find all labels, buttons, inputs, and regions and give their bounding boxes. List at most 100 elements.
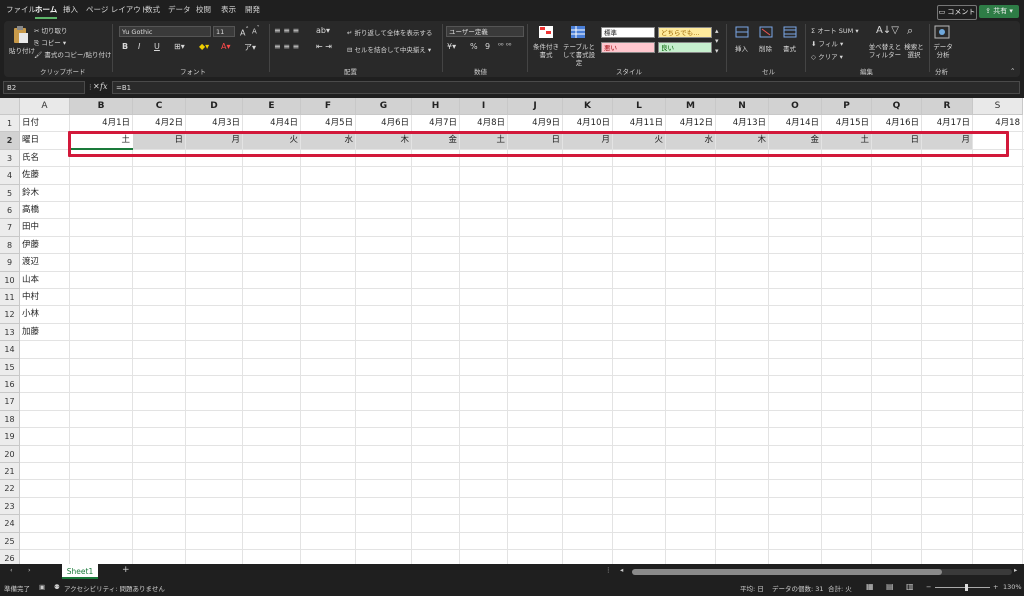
row-header[interactable]: 12	[0, 306, 20, 324]
normal-view-icon[interactable]: ▦	[866, 582, 874, 591]
column-header[interactable]: C	[133, 98, 186, 115]
row-header[interactable]: 22	[0, 480, 20, 498]
row-header[interactable]: 2	[0, 132, 20, 150]
zoom-level[interactable]: 130%	[1003, 583, 1022, 591]
column-header[interactable]: I	[460, 98, 508, 115]
format-as-table-label[interactable]: テーブルとして書式設定	[561, 43, 597, 67]
currency-icon[interactable]: ¥▾	[447, 42, 456, 51]
add-sheet-button[interactable]: +	[122, 565, 130, 575]
date-cell[interactable]: 4月5日	[301, 115, 356, 132]
style-bad[interactable]: 悪い	[601, 42, 655, 53]
date-cell[interactable]: 4月11日	[613, 115, 666, 132]
tab-file[interactable]: ファイル	[6, 4, 36, 15]
decimal-icon[interactable]: ⁰⁰ ⁰⁰	[498, 42, 511, 50]
grow-font-button[interactable]: A˄	[240, 26, 249, 38]
macro-record-icon[interactable]: ▣	[39, 583, 45, 591]
cell-a[interactable]: 佐藤	[20, 167, 70, 184]
insert-cells-label[interactable]: 挿入	[735, 43, 748, 53]
tab-insert[interactable]: 挿入	[63, 4, 78, 15]
date-cell[interactable]: 4月15日	[822, 115, 872, 132]
tab-review[interactable]: 校閲	[196, 4, 211, 15]
row-header[interactable]: 1	[0, 115, 20, 133]
cell-a[interactable]: 山本	[20, 272, 70, 289]
date-cell[interactable]: 4月7日	[412, 115, 460, 132]
cancel-icon[interactable]: ✕	[93, 82, 100, 91]
conditional-format-label[interactable]: 条件付き書式	[532, 43, 560, 59]
date-cell[interactable]: 4月3日	[186, 115, 243, 132]
date-cell[interactable]: 4月17日	[922, 115, 973, 132]
sheet-tab-sheet1[interactable]: Sheet1	[62, 564, 98, 579]
number-format-select[interactable]: ユーザー定義	[446, 26, 524, 37]
row-header[interactable]: 18	[0, 410, 20, 429]
tab-home[interactable]: ホーム	[35, 4, 58, 19]
sort-filter-label[interactable]: 並べ替えとフィルター	[868, 43, 902, 59]
column-header[interactable]: D	[186, 98, 243, 115]
column-header[interactable]: O	[769, 98, 822, 115]
tab-formulas[interactable]: 数式	[145, 4, 160, 15]
cell-a[interactable]: 田中	[20, 219, 70, 236]
formula-input[interactable]: =B1	[112, 81, 1020, 94]
zoom-slider-thumb[interactable]	[965, 584, 968, 591]
zoom-slider[interactable]	[935, 584, 990, 591]
column-header[interactable]: F	[301, 98, 356, 115]
cell-a[interactable]: 加藤	[20, 324, 70, 341]
column-header[interactable]: J	[508, 98, 563, 115]
comma-button[interactable]: 9	[485, 42, 490, 51]
hscroll-left-icon[interactable]: ◂	[620, 566, 623, 574]
date-cell[interactable]: 4月4日	[243, 115, 301, 132]
format-cells-label[interactable]: 書式	[783, 43, 796, 53]
wrap-text-button[interactable]: ↵ 折り返して全体を表示する	[347, 27, 432, 37]
row-header[interactable]: 26	[0, 550, 20, 564]
autosum-button[interactable]: Σ オート SUM ▾	[811, 25, 859, 35]
format-cells-icon[interactable]	[783, 26, 797, 38]
row-header[interactable]: 15	[0, 358, 20, 376]
delete-cells-icon[interactable]	[759, 26, 773, 38]
hscroll-right-icon[interactable]: ▸	[1014, 566, 1017, 574]
column-header[interactable]: S	[973, 98, 1023, 115]
share-button[interactable]: ⇪ 共有 ▾	[979, 5, 1019, 18]
column-header[interactable]: H	[412, 98, 460, 115]
date-cell[interactable]: 4月8日	[460, 115, 508, 132]
tab-scroll-more-icon[interactable]: ⋮	[605, 566, 612, 574]
collapse-ribbon-icon[interactable]: ⌃	[1010, 67, 1015, 75]
paste-icon[interactable]	[12, 25, 30, 45]
column-header[interactable]: K	[563, 98, 613, 115]
row-header[interactable]: 7	[0, 219, 20, 237]
clear-button[interactable]: ◇ クリア ▾	[811, 51, 843, 61]
tab-view[interactable]: 表示	[221, 4, 236, 15]
align-top-icon[interactable]: ≡ ≡ ≡	[274, 26, 299, 35]
row-header[interactable]: 5	[0, 184, 20, 202]
row-header[interactable]: 10	[0, 271, 20, 289]
page-layout-view-icon[interactable]: ▤	[886, 582, 894, 591]
column-header[interactable]: R	[922, 98, 973, 115]
horizontal-scrollbar[interactable]	[632, 569, 1012, 575]
select-all-corner[interactable]	[0, 98, 20, 115]
column-header[interactable]: E	[243, 98, 301, 115]
sort-filter-icon[interactable]: A↓▽	[876, 25, 899, 36]
shrink-font-button[interactable]: A˅	[252, 26, 260, 35]
next-sheet-icon[interactable]: ›	[28, 566, 31, 574]
date-cell[interactable]: 4月6日	[356, 115, 412, 132]
fill-color-icon[interactable]: ◆▾	[199, 42, 209, 51]
horizontal-scroll-thumb[interactable]	[632, 569, 942, 575]
row-header[interactable]: 23	[0, 497, 20, 516]
delete-cells-label[interactable]: 削除	[759, 43, 772, 53]
font-color-icon[interactable]: A▾	[221, 42, 231, 51]
column-header[interactable]: A	[20, 98, 70, 115]
percent-button[interactable]: %	[470, 42, 478, 51]
format-painter-button[interactable]: 🖌 書式のコピー/貼り付け	[34, 49, 112, 59]
analyze-data-icon[interactable]	[934, 25, 950, 39]
column-header[interactable]: L	[613, 98, 666, 115]
cell-a[interactable]: 小林	[20, 306, 70, 323]
row-header[interactable]: 4	[0, 167, 20, 185]
orientation-icon[interactable]: ab▾	[316, 26, 330, 35]
row-header[interactable]: 14	[0, 341, 20, 359]
column-header[interactable]: G	[356, 98, 412, 115]
conditional-format-icon[interactable]	[538, 25, 554, 39]
merge-center-button[interactable]: ⊟ セルを結合して中央揃え ▾	[347, 44, 431, 54]
format-as-table-icon[interactable]	[570, 25, 586, 39]
find-select-icon[interactable]: ⌕	[907, 24, 913, 38]
column-header[interactable]: Q	[872, 98, 922, 115]
tab-page-layout[interactable]: ページ レイアウト	[86, 4, 148, 15]
cell-a[interactable]: 日付	[20, 115, 70, 132]
